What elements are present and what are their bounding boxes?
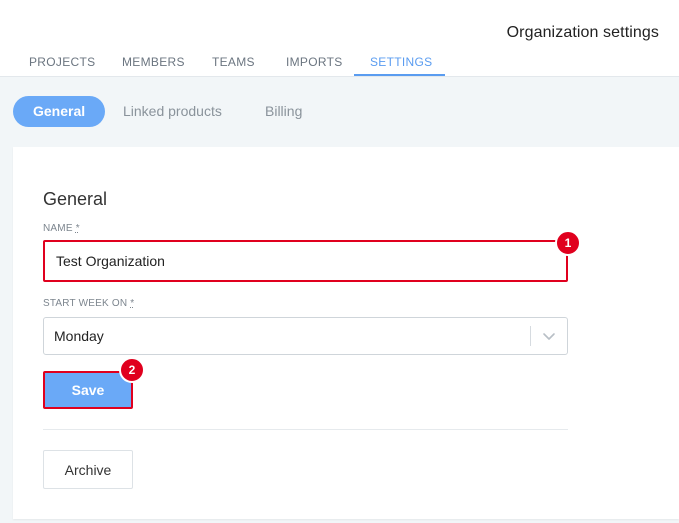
annotation-badge-2: 2 [119, 357, 145, 383]
start-week-label: START WEEK ON * [43, 298, 134, 309]
tab-teams[interactable]: TEAMS [212, 55, 255, 69]
name-required-marker: * [75, 223, 80, 234]
top-navigation: Organization settings PROJECTS MEMBERS T… [0, 0, 679, 77]
divider [43, 429, 568, 430]
section-title: General [43, 189, 108, 209]
annotation-badge-1: 1 [555, 230, 581, 256]
chevron-down-icon[interactable] [542, 329, 556, 343]
save-button[interactable]: Save [43, 371, 133, 409]
tab-projects[interactable]: PROJECTS [29, 55, 95, 69]
start-week-label-text: START WEEK ON [43, 298, 128, 309]
name-label: NAME * [43, 223, 80, 234]
start-week-select[interactable]: Monday [43, 317, 568, 355]
select-separator [530, 326, 531, 346]
tab-members[interactable]: MEMBERS [122, 55, 185, 69]
name-label-text: NAME [43, 223, 73, 234]
subtab-linked-products[interactable]: Linked products [103, 96, 242, 127]
subtab-general[interactable]: General [13, 96, 106, 127]
tab-imports[interactable]: IMPORTS [286, 55, 343, 69]
active-tab-indicator [354, 74, 445, 76]
name-input[interactable] [43, 240, 568, 282]
tab-settings[interactable]: SETTINGS [370, 55, 432, 69]
subtab-billing[interactable]: Billing [245, 96, 322, 127]
archive-button[interactable]: Archive [43, 450, 133, 489]
start-week-required-marker: * [130, 298, 135, 309]
page-title: Organization settings [506, 24, 659, 41]
start-week-value: Monday [54, 328, 104, 344]
settings-card: General NAME * START WEEK ON * Monday Sa… [13, 147, 679, 519]
